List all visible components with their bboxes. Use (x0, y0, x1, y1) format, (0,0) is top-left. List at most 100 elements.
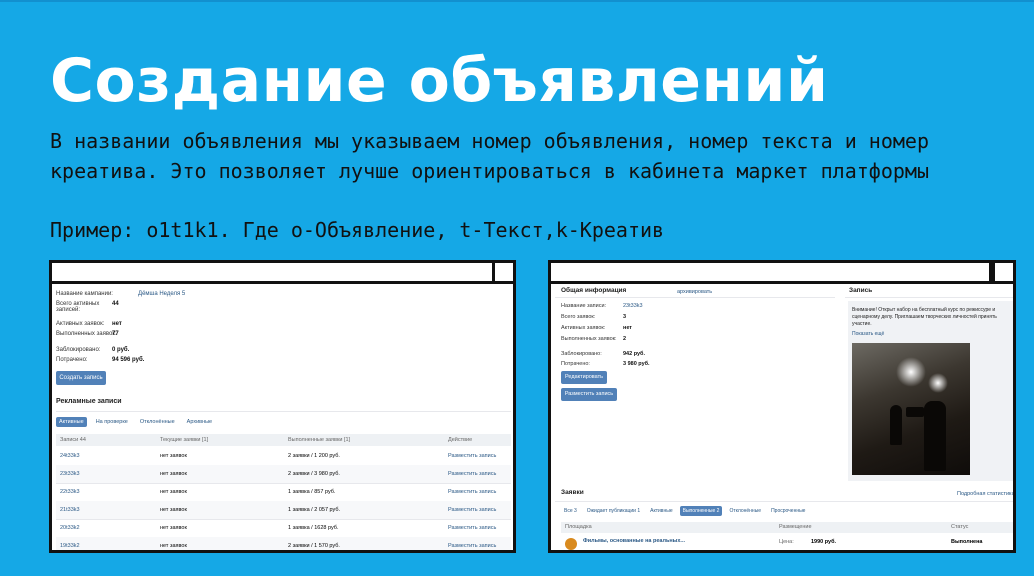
table-row: 20t33k2 нет заявок 1 заявка / 1628 руб. … (56, 519, 511, 538)
tab-pending[interactable]: Ожидает публикации 1 (584, 506, 643, 516)
record-title: Запись (849, 287, 873, 294)
column-header: Статус (951, 524, 969, 530)
info-label: Активных заявок: (561, 325, 606, 331)
record-link[interactable]: 21t33k3 (60, 507, 80, 513)
current-requests: нет заявок (160, 543, 187, 549)
ad-image[interactable] (852, 343, 970, 475)
requests-tabs: Все 3 Ожидает публикации 1 Активные Выпо… (561, 506, 808, 516)
column-header: Размещение (779, 524, 812, 530)
create-record-button[interactable]: Создать запись (56, 371, 106, 385)
record-link[interactable]: 24t33k3 (60, 453, 80, 459)
info-value: 942 руб. (623, 351, 645, 357)
completed-requests: 2 заявки / 1 200 руб. (288, 453, 340, 459)
info-label: Название кампании: (56, 291, 113, 297)
frame-titlebar (52, 263, 513, 284)
tab-expired[interactable]: Просроченные (768, 506, 808, 516)
completed-requests: 2 заявки / 3 980 руб. (288, 471, 340, 477)
slide-description: В названии объявления мы указываем номер… (50, 129, 929, 183)
place-record-link[interactable]: Разместить запись (448, 525, 496, 531)
lamp-light (928, 373, 948, 393)
figure-silhouette (890, 405, 902, 445)
platform-link[interactable]: Фильмы, основанные на реальных... (583, 538, 685, 544)
table-row: Фильмы, основанные на реальных... Цена: … (561, 535, 1013, 550)
show-more-link[interactable]: Показать ещё (852, 331, 884, 337)
record-link[interactable]: 20t33k2 (60, 525, 80, 531)
info-label: Выполненных заявок: (56, 331, 117, 337)
place-record-link[interactable]: Разместить запись (448, 543, 496, 549)
tab-rejected[interactable]: Отклонённые (726, 506, 764, 516)
slide-example: Пример: o1t1k1. Где o-Объявление, t-Текс… (50, 218, 665, 242)
place-record-link[interactable]: Разместить запись (448, 489, 496, 495)
record-link[interactable]: 23t33k3 (60, 471, 80, 477)
titlebar-separator (989, 263, 992, 281)
table-row: 23t33k3 нет заявок 2 заявки / 3 980 руб.… (56, 465, 511, 484)
info-value: 2 (623, 336, 627, 342)
table-row: 24t33k3 нет заявок 2 заявки / 1 200 руб.… (56, 447, 511, 466)
slide-title: Создание объявлений (50, 46, 829, 116)
section-title: Рекламные записи (56, 398, 122, 405)
info-value: нет (112, 321, 122, 327)
info-label: Потрачено: (56, 357, 88, 363)
info-value: 0 руб. (112, 347, 130, 353)
column-header[interactable]: Записи 44 (60, 437, 86, 443)
record-name-link[interactable]: 23t33k3 (623, 303, 643, 309)
place-record-link[interactable]: Разместить запись (448, 507, 496, 513)
archive-link[interactable]: архивировать (677, 289, 712, 295)
info-value: нет (623, 325, 633, 331)
edit-button[interactable]: Редактировать (561, 371, 607, 384)
info-label: Всего активных записей: (56, 301, 100, 313)
info-title: Общая информация (561, 287, 627, 294)
tab-review[interactable]: На проверке (93, 417, 131, 427)
place-record-link[interactable]: Разместить запись (448, 471, 496, 477)
info-label: Активных заявок: (56, 321, 105, 327)
divider (555, 501, 1013, 502)
campaign-name-link[interactable]: Дёмша Неделя 5 (138, 291, 185, 297)
tab-archived[interactable]: Архивные (184, 417, 215, 427)
figure-silhouette (924, 401, 946, 471)
tab-rejected[interactable]: Отклонённые (137, 417, 178, 427)
tab-active[interactable]: Активные (56, 417, 87, 427)
table-row: 19t33k2 нет заявок 2 заявки / 1 570 руб.… (56, 537, 511, 550)
detailed-stats-link[interactable]: Подробная статистика (957, 491, 1013, 497)
record-link[interactable]: 22t33k3 (60, 489, 80, 495)
status-value: Выполнена (951, 539, 983, 545)
info-label: Всего заявок: (561, 314, 596, 320)
completed-requests: 1 заявка / 2 057 руб. (288, 507, 341, 513)
table-row: 21t33k3 нет заявок 1 заявка / 2 057 руб.… (56, 501, 511, 520)
top-accent-line (0, 0, 1034, 2)
info-value: 3 980 руб. (623, 361, 650, 367)
completed-requests: 1 заявка / 857 руб. (288, 489, 336, 495)
window-button[interactable] (492, 263, 513, 281)
table-header: Записи 44 Текущие заявки [1] Выполненные… (56, 434, 511, 446)
column-header[interactable]: Текущие заявки [1] (160, 437, 208, 443)
ad-text: Внимание! Открыт набор на бесплатный кур… (852, 307, 997, 327)
window-button[interactable] (992, 263, 1013, 281)
current-requests: нет заявок (160, 453, 187, 459)
info-label: Заблокировано: (56, 347, 101, 353)
current-requests: нет заявок (160, 507, 187, 513)
frame-titlebar (551, 263, 1013, 284)
info-label: Название записи: (561, 303, 607, 309)
info-value: 77 (112, 331, 119, 337)
record-link[interactable]: 19t33k2 (60, 543, 80, 549)
place-record-button[interactable]: Разместить запись (561, 388, 617, 401)
tab-active[interactable]: Активные (647, 506, 675, 516)
info-value: 44 (112, 301, 119, 307)
left-screenshot-frame: Название кампании: Дёмша Неделя 5 Всего … (49, 260, 516, 553)
info-label: Выполненных заявок: (561, 336, 617, 342)
divider (555, 297, 835, 298)
place-record-link[interactable]: Разместить запись (448, 453, 496, 459)
right-screenshot-frame: Общая информация архивировать Запись Наз… (548, 260, 1016, 553)
price-label: Цена: (779, 539, 794, 545)
ad-preview-card: Внимание! Открыт набор на бесплатный кур… (848, 301, 1013, 481)
divider (56, 411, 511, 412)
completed-requests: 2 заявки / 1 570 руб. (288, 543, 340, 549)
completed-requests: 1 заявка / 1628 руб. (288, 525, 339, 531)
price-value: 1990 руб. (811, 539, 837, 545)
tab-all[interactable]: Все 3 (561, 506, 580, 516)
column-header: Действие (448, 437, 473, 443)
column-header: Площадка (565, 524, 592, 530)
current-requests: нет заявок (160, 525, 187, 531)
column-header[interactable]: Выполненные заявки [1] (288, 437, 350, 443)
tab-completed[interactable]: Выполненные 2 (679, 506, 723, 516)
